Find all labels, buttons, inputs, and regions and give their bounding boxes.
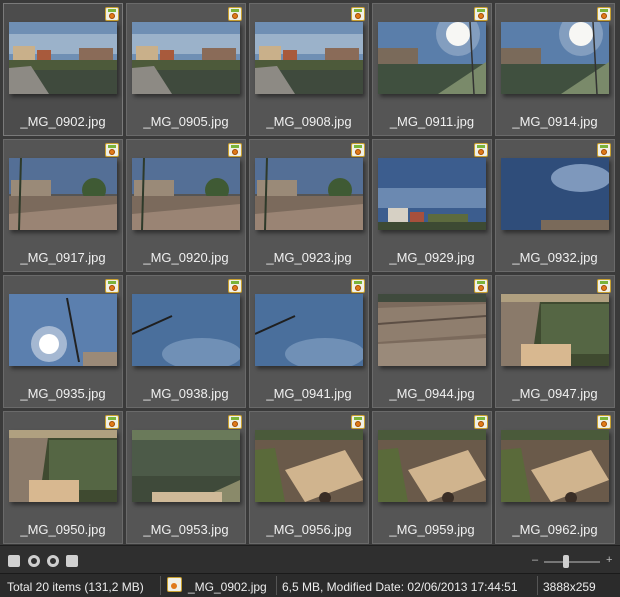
thumbnail-filename: _MG_0935.jpg — [20, 386, 106, 401]
thumbnail-filename: _MG_0902.jpg — [20, 114, 106, 129]
thumbnail-image[interactable] — [378, 22, 486, 94]
zoom-slider-track[interactable] — [544, 561, 600, 563]
zoom-out-button[interactable]: – — [532, 554, 538, 566]
status-filename: _MG_0902.jpg — [188, 580, 267, 594]
thumbnail-filename: _MG_0932.jpg — [512, 250, 598, 265]
image-type-icon — [228, 143, 242, 157]
thumbnail-tile[interactable]: _MG_0932.jpg — [495, 139, 615, 272]
thumbnail-image[interactable] — [9, 430, 117, 502]
rotate-left-icon[interactable] — [28, 555, 40, 567]
image-type-icon — [597, 279, 611, 293]
status-bar: Total 20 items (131,2 MB) _MG_0902.jpg 6… — [0, 573, 620, 597]
thumbnail-filename: _MG_0947.jpg — [512, 386, 598, 401]
image-type-icon — [105, 7, 119, 21]
thumbnail-image[interactable] — [255, 22, 363, 94]
thumbnail-filename: _MG_0911.jpg — [389, 114, 475, 129]
image-type-icon — [474, 279, 488, 293]
image-type-icon — [474, 7, 488, 21]
rotate-right-icon[interactable] — [47, 555, 59, 567]
thumbnail-filename: _MG_0956.jpg — [266, 522, 352, 537]
thumbnail-filename: _MG_0950.jpg — [20, 522, 106, 537]
thumbnail-filename: _MG_0905.jpg — [143, 114, 229, 129]
thumbnail-tile[interactable]: _MG_0908.jpg — [249, 3, 369, 136]
image-type-icon — [474, 415, 488, 429]
thumbnail-image[interactable] — [132, 294, 240, 366]
thumbnail-filename: _MG_0959.jpg — [389, 522, 475, 537]
thumbnail-image[interactable] — [501, 22, 609, 94]
status-divider — [276, 576, 277, 595]
thumbnail-tile[interactable]: _MG_0929.jpg — [372, 139, 492, 272]
thumbnail-image[interactable] — [255, 294, 363, 366]
thumbnail-image[interactable] — [501, 158, 609, 230]
thumbnail-tile[interactable]: _MG_0911.jpg — [372, 3, 492, 136]
thumbnail-tile[interactable]: _MG_0941.jpg — [249, 275, 369, 408]
zoom-in-button[interactable]: + — [606, 554, 612, 566]
image-type-icon — [228, 279, 242, 293]
thumbnail-filename: _MG_0908.jpg — [266, 114, 352, 129]
image-type-icon — [474, 143, 488, 157]
image-type-icon — [351, 143, 365, 157]
thumbnail-tile[interactable]: _MG_0944.jpg — [372, 275, 492, 408]
thumbnail-tile[interactable]: _MG_0914.jpg — [495, 3, 615, 136]
thumbnail-filename: _MG_0917.jpg — [20, 250, 106, 265]
thumbnail-tile[interactable]: _MG_0923.jpg — [249, 139, 369, 272]
thumbnail-filename: _MG_0914.jpg — [512, 114, 598, 129]
thumbnail-filename: _MG_0938.jpg — [143, 386, 229, 401]
thumbnail-image[interactable] — [9, 294, 117, 366]
image-type-icon — [351, 279, 365, 293]
thumbnail-image[interactable] — [132, 430, 240, 502]
image-type-icon — [597, 415, 611, 429]
slideshow-icon[interactable] — [66, 555, 78, 567]
status-file-info: 6,5 MB, Modified Date: 02/06/2013 17:44:… — [282, 580, 518, 594]
image-type-icon — [105, 279, 119, 293]
thumbnail-tile[interactable]: _MG_0938.jpg — [126, 275, 246, 408]
thumbnail-tile[interactable]: _MG_0962.jpg — [495, 411, 615, 544]
thumbnail-image[interactable] — [132, 22, 240, 94]
thumbnail-tile[interactable]: _MG_0902.jpg — [3, 3, 123, 136]
status-total: Total 20 items (131,2 MB) — [7, 580, 144, 594]
image-type-icon — [351, 7, 365, 21]
status-divider — [537, 576, 538, 595]
thumbnail-tile[interactable]: _MG_0935.jpg — [3, 275, 123, 408]
thumbnail-tile[interactable]: _MG_0920.jpg — [126, 139, 246, 272]
thumbnail-image[interactable] — [9, 158, 117, 230]
thumbnail-image[interactable] — [378, 294, 486, 366]
thumbnail-filename: _MG_0953.jpg — [143, 522, 229, 537]
image-type-icon — [105, 143, 119, 157]
image-type-icon — [597, 143, 611, 157]
thumbnail-tile[interactable]: _MG_0953.jpg — [126, 411, 246, 544]
thumbnail-filename: _MG_0962.jpg — [512, 522, 598, 537]
thumbnail-image[interactable] — [132, 158, 240, 230]
thumbnail-filename: _MG_0941.jpg — [266, 386, 352, 401]
thumbnail-image[interactable] — [255, 158, 363, 230]
status-dimensions: 3888x259 — [543, 580, 596, 594]
thumbnail-image[interactable] — [9, 22, 117, 94]
thumbnail-filename: _MG_0920.jpg — [143, 250, 229, 265]
thumbnail-tile[interactable]: _MG_0947.jpg — [495, 275, 615, 408]
thumbnail-image[interactable] — [255, 430, 363, 502]
image-type-icon — [105, 415, 119, 429]
bottom-toolbar: – + — [0, 545, 620, 573]
thumbnail-image[interactable] — [501, 294, 609, 366]
view-icon[interactable] — [8, 555, 20, 567]
thumbnail-image[interactable] — [501, 430, 609, 502]
image-type-icon — [351, 415, 365, 429]
thumbnail-image[interactable] — [378, 430, 486, 502]
thumbnail-grid: _MG_0902.jpg _MG_0905.jpg _MG_0908.jpg _… — [0, 0, 620, 545]
thumbnail-filename: _MG_0929.jpg — [389, 250, 475, 265]
thumbnail-tile[interactable]: _MG_0959.jpg — [372, 411, 492, 544]
zoom-slider-thumb[interactable] — [563, 555, 570, 568]
thumbnail-filename: _MG_0923.jpg — [266, 250, 352, 265]
image-type-icon — [228, 415, 242, 429]
image-type-icon — [597, 7, 611, 21]
thumbnail-image[interactable] — [378, 158, 486, 230]
thumbnail-tile[interactable]: _MG_0950.jpg — [3, 411, 123, 544]
thumbnail-tile[interactable]: _MG_0905.jpg — [126, 3, 246, 136]
thumbnail-tile[interactable]: _MG_0956.jpg — [249, 411, 369, 544]
thumbnail-tile[interactable]: _MG_0917.jpg — [3, 139, 123, 272]
image-file-icon — [167, 577, 182, 592]
image-type-icon — [228, 7, 242, 21]
status-divider — [160, 576, 161, 595]
thumbnail-filename: _MG_0944.jpg — [389, 386, 475, 401]
